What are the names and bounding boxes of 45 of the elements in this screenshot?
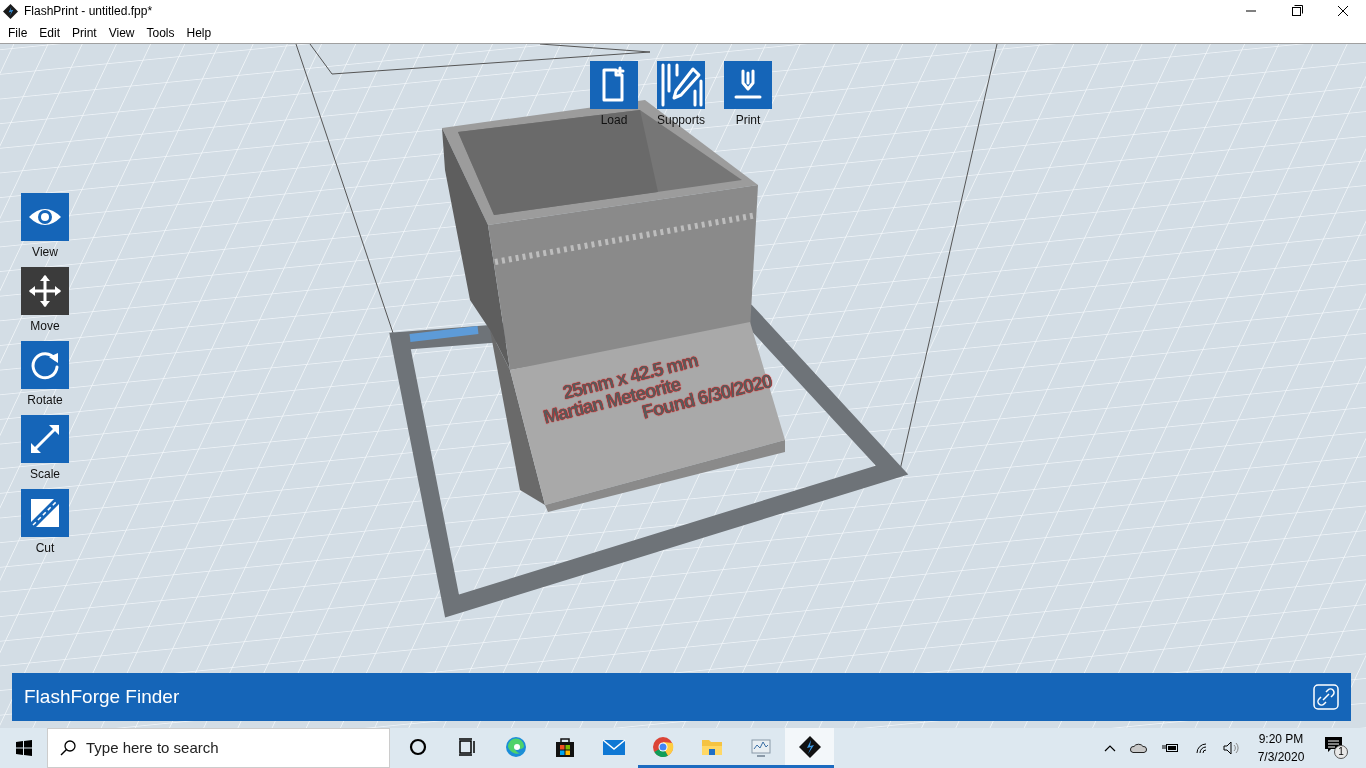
speaker-icon[interactable]	[1223, 741, 1241, 755]
browser-swirl-icon	[503, 734, 528, 759]
finder-title: FlashForge Finder	[24, 684, 180, 709]
move-button[interactable]	[21, 267, 69, 315]
taskbar-search-field[interactable]: Type here to search	[47, 728, 390, 768]
tool-label: Scale	[30, 466, 60, 483]
windows-start-icon[interactable]	[16, 740, 32, 756]
window-title: FlashPrint - untitled.fpp*	[24, 3, 153, 20]
menu-item[interactable]: Tools	[140, 21, 181, 44]
3d-viewport[interactable]: 25mm x 42.5 mm Martian Meteorite Found 6/30/2020 Load Supports Print View Move Rotate Scale Cut FlashForge Finder	[0, 44, 1366, 728]
link-icon[interactable]	[1313, 684, 1339, 710]
tool-label: Load	[600, 112, 628, 129]
supports-button[interactable]	[657, 61, 705, 109]
scale-button[interactable]	[21, 415, 69, 463]
tool-label: Supports	[657, 112, 705, 129]
clock-date[interactable]: 7/3/2020	[1257, 748, 1305, 766]
wifi-icon[interactable]	[1195, 742, 1209, 754]
tool-label: Cut	[35, 540, 55, 557]
print-button[interactable]	[724, 61, 772, 109]
notification-count: 1	[1334, 745, 1348, 759]
menu-item[interactable]: Help	[180, 21, 218, 44]
cut-button[interactable]	[21, 489, 69, 537]
tool-label: Print	[735, 112, 761, 129]
menu-item[interactable]: View	[102, 21, 141, 44]
menu-item[interactable]: Edit	[33, 21, 67, 44]
app-logo-icon	[3, 3, 18, 19]
tool-label: Move	[30, 318, 60, 335]
chevron-up-icon[interactable]	[1104, 744, 1116, 752]
taskbar-app-button[interactable]	[785, 728, 834, 768]
view-button[interactable]	[21, 193, 69, 241]
notification-icon	[1325, 737, 1342, 753]
menu-item[interactable]: Print	[66, 21, 103, 44]
chrome-ball-icon	[650, 734, 675, 759]
tool-label: View	[32, 244, 58, 261]
app-logo-icon	[797, 734, 822, 759]
load-button[interactable]	[590, 61, 638, 109]
battery-icon[interactable]	[1162, 743, 1179, 753]
clock-time[interactable]: 9:20 PM	[1258, 730, 1304, 748]
notifications-button[interactable]: 1	[1325, 737, 1349, 759]
tool-label: Rotate	[27, 392, 63, 409]
search-icon	[60, 740, 76, 756]
rotate-button[interactable]	[21, 341, 69, 389]
search-input: Type here to search	[86, 736, 366, 760]
menu-item[interactable]: File	[2, 21, 34, 44]
cloud-icon[interactable]	[1130, 743, 1148, 753]
